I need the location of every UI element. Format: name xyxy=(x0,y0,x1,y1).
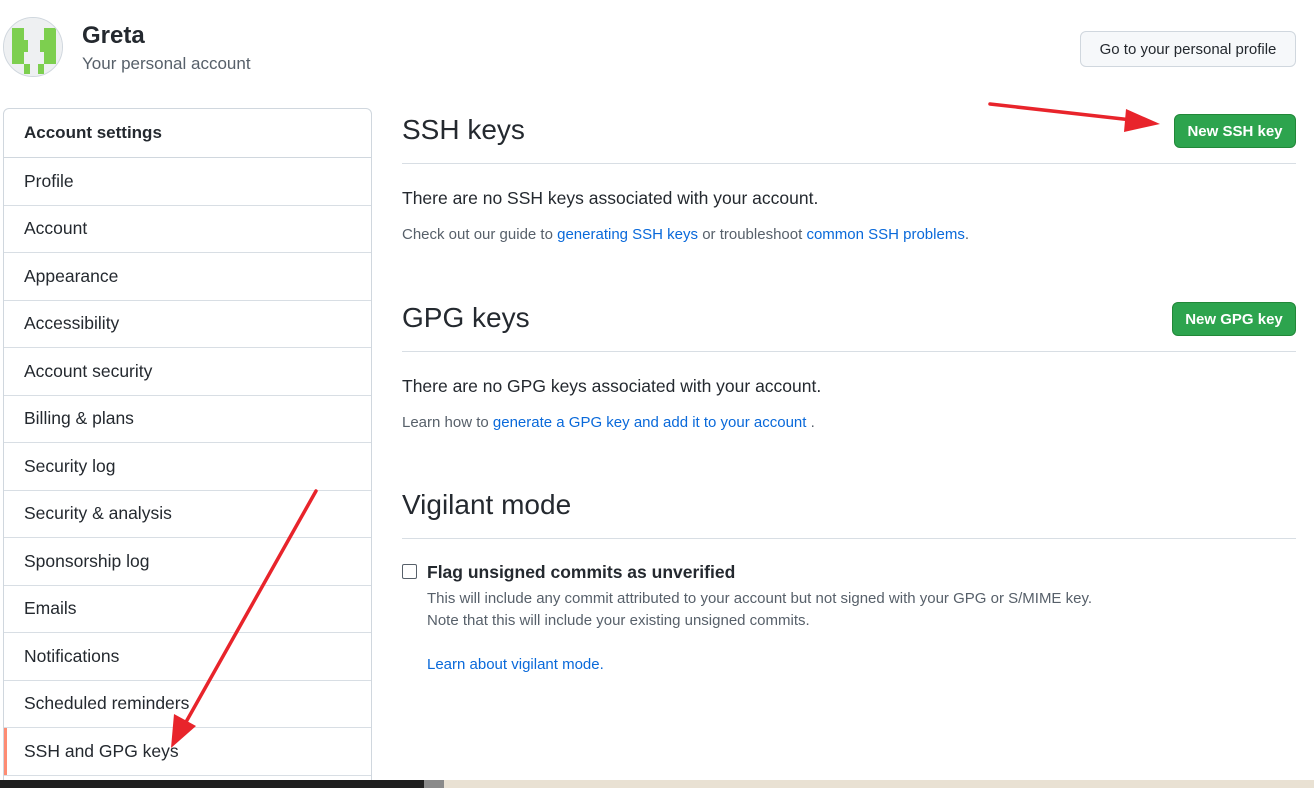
sidebar-item-profile[interactable]: Profile xyxy=(4,158,371,206)
arrow-to-new-ssh-key-icon xyxy=(988,102,1160,132)
bottom-strip-dark xyxy=(0,780,424,788)
gpg-learn-suffix: . xyxy=(806,414,815,431)
ssh-empty-message: There are no SSH keys associated with yo… xyxy=(402,188,819,208)
ssh-guide-middle: or troubleshoot xyxy=(698,226,807,243)
ssh-keys-heading: SSH keys xyxy=(402,114,525,145)
sidebar-item-emails[interactable]: Emails xyxy=(4,586,371,633)
account-type-label: Your personal account xyxy=(82,54,251,73)
gpg-empty-message: There are no GPG keys associated with yo… xyxy=(402,376,822,396)
sidebar-item-accessibility[interactable]: Accessibility xyxy=(4,301,371,348)
go-to-profile-button[interactable]: Go to your personal profile xyxy=(1080,31,1296,67)
identicon-icon xyxy=(4,18,62,76)
sidebar-item-ssh-gpg-keys[interactable]: SSH and GPG keys xyxy=(4,728,371,776)
new-gpg-key-button[interactable]: New GPG key xyxy=(1172,302,1296,336)
vigilant-desc-line-1: This will include any commit attributed … xyxy=(427,590,1093,607)
sidebar-item-appearance[interactable]: Appearance xyxy=(4,253,371,301)
bottom-strip-scroll xyxy=(424,780,444,788)
sidebar-item-sponsorship-log[interactable]: Sponsorship log xyxy=(4,538,371,586)
sidebar-item-security-analysis[interactable]: Security & analysis xyxy=(4,491,371,538)
sidebar-header: Account settings xyxy=(4,109,371,158)
flag-unsigned-commits-label[interactable]: Flag unsigned commits as unverified xyxy=(427,562,735,583)
ssh-guide-text: Check out our guide to generating SSH ke… xyxy=(402,226,969,243)
sidebar-item-billing[interactable]: Billing & plans xyxy=(4,396,371,443)
user-name: Greta xyxy=(82,22,145,49)
sidebar-item-scheduled-reminders[interactable]: Scheduled reminders xyxy=(4,681,371,728)
avatar[interactable] xyxy=(3,17,63,77)
vigilant-mode-heading: Vigilant mode xyxy=(402,489,572,520)
gpg-learn-prefix: Learn how to xyxy=(402,414,493,431)
ssh-guide-suffix: . xyxy=(964,226,969,243)
generating-ssh-keys-link[interactable]: generating SSH keys xyxy=(557,226,698,243)
sidebar-item-notifications[interactable]: Notifications xyxy=(4,633,371,681)
gpg-learn-text: Learn how to generate a GPG key and add … xyxy=(402,414,815,431)
ssh-guide-prefix: Check out our guide to xyxy=(402,226,558,243)
common-ssh-problems-link[interactable]: common SSH problems xyxy=(806,226,964,243)
flag-unsigned-commits-checkbox[interactable] xyxy=(402,564,417,579)
gpg-keys-heading: GPG keys xyxy=(402,302,530,333)
sidebar-item-account-security[interactable]: Account security xyxy=(4,348,371,396)
vigilant-learn-suffix: . xyxy=(599,656,604,673)
sidebar-item-security-log[interactable]: Security log xyxy=(4,443,371,491)
vigilant-learn-text: Learn about vigilant mode. xyxy=(427,656,604,673)
vigilant-divider xyxy=(402,538,1296,539)
sidebar-item-account[interactable]: Account xyxy=(4,206,371,253)
bottom-strip xyxy=(0,780,1314,788)
ssh-divider xyxy=(402,163,1296,164)
gpg-divider xyxy=(402,351,1296,352)
learn-vigilant-mode-link[interactable]: Learn about vigilant mode xyxy=(427,656,600,673)
vigilant-desc-line-2: Note that this will include your existin… xyxy=(427,612,810,629)
new-ssh-key-button[interactable]: New SSH key xyxy=(1174,114,1296,148)
settings-sidebar: Account settings Profile Account Appeara… xyxy=(3,108,372,788)
generate-gpg-key-link[interactable]: generate a GPG key and add it to your ac… xyxy=(493,414,807,431)
